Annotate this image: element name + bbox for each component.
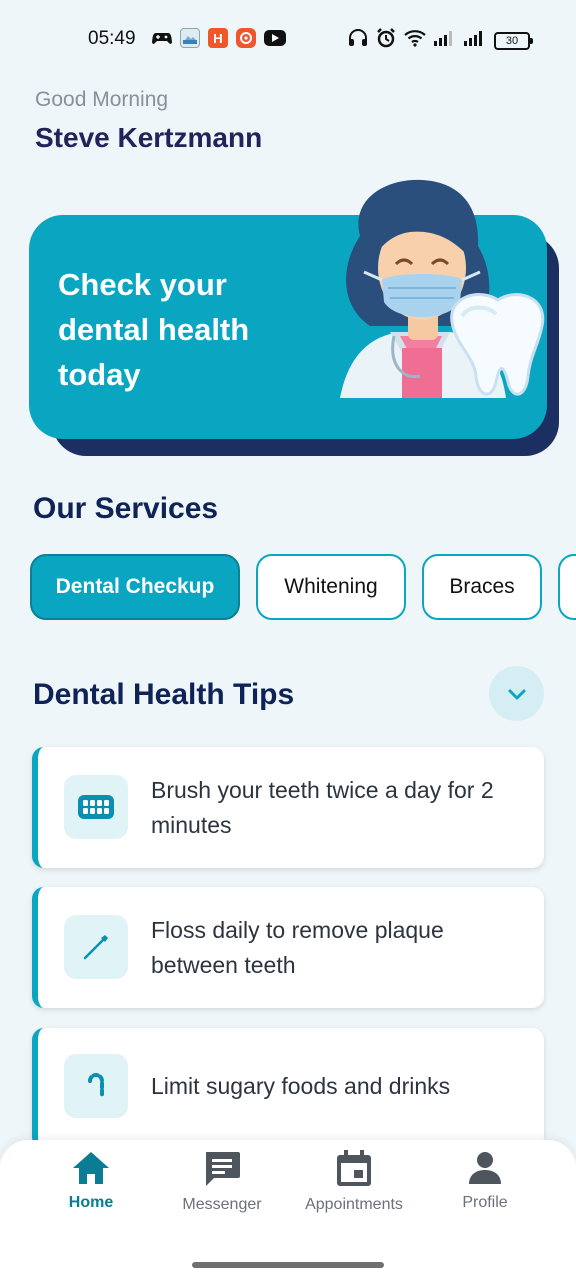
notification-icons: H <box>152 28 286 48</box>
gamepad-icon <box>152 28 172 48</box>
services-list: Dental Checkup Whitening Braces <box>30 554 576 622</box>
home-icon <box>73 1152 109 1184</box>
chevron-down-icon <box>508 689 525 699</box>
status-bar: 05:49 H 30 <box>0 0 576 78</box>
music-app-icon <box>236 28 256 48</box>
tips-title: Dental Health Tips <box>33 678 295 711</box>
nav-label: Appointments <box>305 1196 403 1213</box>
collapse-tips-button[interactable] <box>489 666 544 721</box>
services-title: Our Services <box>33 492 219 525</box>
bottom-navigation: Home Messenger Appointments Profile <box>0 1140 576 1280</box>
tip-card[interactable]: Floss daily to remove plaque between tee… <box>32 887 544 1008</box>
person-icon <box>469 1152 501 1184</box>
photo-icon <box>180 28 200 48</box>
message-icon <box>206 1152 240 1186</box>
signal-icon <box>434 30 456 51</box>
nav-profile[interactable]: Profile <box>450 1150 520 1220</box>
headphones-icon <box>348 29 368 52</box>
youtube-icon <box>264 30 286 46</box>
nav-appointments[interactable]: Appointments <box>298 1150 410 1220</box>
service-chip-braces[interactable]: Braces <box>422 554 542 620</box>
calendar-icon <box>337 1150 371 1186</box>
tip-text: Floss daily to remove plaque between tee… <box>151 917 444 978</box>
nav-label: Messenger <box>182 1196 262 1213</box>
nav-home[interactable]: Home <box>58 1150 124 1220</box>
system-icons: 30 <box>348 28 533 53</box>
dentist-illustration <box>340 179 545 398</box>
greeting-text: Good Morning <box>35 88 169 111</box>
candy-cane-icon <box>64 1054 128 1118</box>
home-indicator <box>192 1262 384 1268</box>
status-time: 05:49 <box>88 28 136 49</box>
service-chip-dental-checkup[interactable]: Dental Checkup <box>30 554 240 620</box>
tip-card[interactable]: Brush your teeth twice a day for 2 minut… <box>32 747 544 868</box>
signal-icon <box>464 30 486 51</box>
wifi-icon <box>404 29 426 52</box>
service-chip-whitening[interactable]: Whitening <box>256 554 406 620</box>
hero-text: Check your dental health today <box>58 267 250 392</box>
nav-label: Profile <box>462 1194 508 1211</box>
battery-indicator: 30 <box>494 31 533 50</box>
tip-card[interactable]: Limit sugary foods and drinks <box>32 1028 544 1149</box>
tip-text: Limit sugary foods and drinks <box>151 1073 451 1099</box>
user-name: Steve Kertzmann <box>35 122 263 153</box>
nav-label: Home <box>68 1194 114 1211</box>
alarm-icon <box>376 28 396 53</box>
h-app-icon: H <box>208 28 228 48</box>
service-chip-more[interactable] <box>558 554 576 620</box>
floss-icon <box>64 915 128 979</box>
nav-messenger[interactable]: Messenger <box>176 1150 268 1220</box>
teeth-icon <box>64 775 128 839</box>
tip-text: Brush your teeth twice a day for 2 minut… <box>151 777 494 838</box>
